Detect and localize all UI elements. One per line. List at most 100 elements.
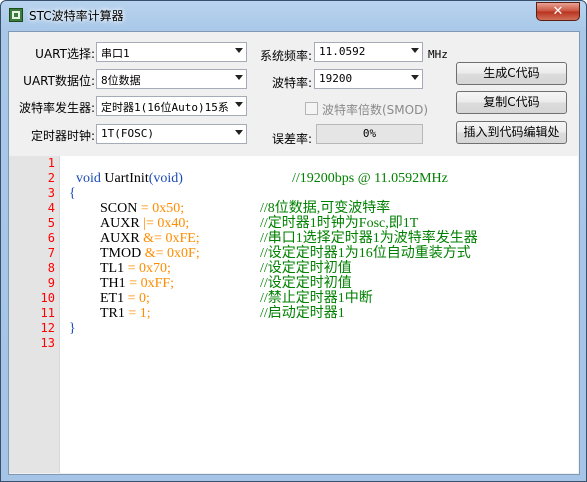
app-icon (9, 8, 23, 22)
operator: = (127, 291, 136, 306)
uart-bits-label: UART数据位: (23, 74, 95, 88)
code-comment: //设定定时初值 (260, 276, 352, 291)
code-comment: //设定定时初值 (260, 261, 352, 276)
uart-select-value: 串口1 (101, 47, 130, 60)
value: 0xFE; (165, 231, 200, 246)
error-rate-label: 误差率: (271, 132, 312, 146)
value: 0x0F; (167, 246, 200, 261)
code-line: TH1 = 0xFF; (100, 276, 174, 291)
operator: |= (143, 216, 154, 231)
line-number: 7 (47, 246, 55, 260)
line-number: 11 (40, 306, 55, 320)
register: TMOD (100, 246, 142, 261)
baud-generator-value: 定时器1(16位Auto)15系 (101, 101, 229, 114)
register: SCON (100, 201, 138, 216)
smod-checkbox[interactable] (305, 102, 318, 115)
operator: = (129, 276, 138, 291)
line-number: 2 (47, 171, 55, 185)
code-line: ET1 = 0; (100, 291, 150, 306)
value: 0; (139, 291, 150, 306)
operator: = (128, 306, 137, 321)
line-number: 5 (47, 216, 55, 230)
timer-clock-label: 定时器时钟: (30, 129, 95, 143)
sys-freq-dropdown[interactable]: 11.0592 (314, 42, 423, 62)
line-number: 13 (40, 336, 55, 350)
code-line: SCON = 0x50; (100, 201, 184, 216)
chevron-down-icon (235, 75, 243, 80)
value: 0x70; (139, 261, 171, 276)
close-button[interactable]: ✕ (536, 2, 580, 21)
sys-freq-value: 11.0592 (319, 45, 366, 58)
operator: &= (143, 231, 162, 246)
gutter-divider (59, 156, 60, 473)
timer-clock-value: 1T(FOSC) (101, 127, 154, 140)
baud-generator-label: 波特率发生器: (18, 101, 95, 115)
register: AUXR (100, 231, 140, 246)
keyword: void (153, 171, 179, 186)
line-number: 10 (40, 291, 55, 305)
code-line: TR1 = 1; (100, 306, 151, 321)
code-editor[interactable]: 1 2 3 4 5 6 7 8 9 10 11 12 13 void UartI… (9, 156, 578, 473)
timer-clock-dropdown[interactable]: 1T(FOSC) (96, 124, 247, 144)
register: TL1 (100, 261, 125, 276)
value: 0xFF; (140, 276, 175, 291)
chevron-down-icon (411, 75, 419, 80)
uart-bits-dropdown[interactable]: 8位数据 (96, 69, 247, 89)
code-comment: //禁止定时器1中断 (260, 291, 373, 306)
line-number: 1 (47, 156, 55, 170)
line-number: 8 (47, 261, 55, 275)
window-title: STC波特率计算器 (29, 9, 124, 23)
uart-select-label: UART选择: (35, 47, 95, 61)
code-comment: //设定定时器1为16位自动重装方式 (260, 246, 471, 261)
insert-code-button[interactable]: 插入到代码编辑处 (456, 121, 567, 144)
line-number: 4 (47, 201, 55, 215)
paren: ) (178, 171, 183, 186)
operator: = (140, 201, 149, 216)
register: ET1 (100, 291, 125, 306)
code-comment: //8位数据,可变波特率 (260, 201, 391, 216)
register: TR1 (100, 306, 125, 321)
sys-freq-unit: MHz (428, 48, 448, 61)
function-name: UartInit (104, 171, 149, 186)
code-comment: //19200bps @ 11.0592MHz (292, 171, 448, 186)
baud-rate-value: 19200 (319, 72, 353, 85)
baud-rate-label: 波特率: (271, 76, 312, 90)
code-comment: //启动定时器1 (260, 306, 345, 321)
line-number: 6 (47, 231, 55, 245)
code-comment: //串口1选择定时器1为波特率发生器 (260, 231, 478, 246)
code-line: TL1 = 0x70; (100, 261, 171, 276)
code-line: void UartInit(void) (76, 171, 183, 186)
line-number-gutter: 1 2 3 4 5 6 7 8 9 10 11 12 13 (9, 156, 59, 473)
keyword: void (76, 171, 101, 186)
chevron-down-icon (235, 102, 243, 107)
error-rate-value: 0% (316, 124, 423, 144)
code-line: TMOD &= 0x0F; (100, 246, 200, 261)
value: 1; (139, 306, 151, 321)
code-comment: //定时器1时钟为Fosc,即1T (260, 216, 419, 231)
line-number: 12 (40, 321, 55, 335)
copy-code-button[interactable]: 复制C代码 (456, 91, 567, 114)
uart-bits-value: 8位数据 (101, 74, 141, 87)
operator: = (127, 261, 136, 276)
title-bar[interactable]: STC波特率计算器 ✕ (1, 1, 586, 29)
code-line: AUXR |= 0x40; (100, 216, 189, 231)
sys-freq-label: 系统频率: (259, 49, 312, 63)
code-line: AUXR &= 0xFE; (100, 231, 200, 246)
value: 0x40; (157, 216, 190, 231)
code-brace: { (69, 186, 76, 201)
operator: &= (144, 246, 164, 261)
chevron-down-icon (235, 48, 243, 53)
line-number: 3 (47, 186, 55, 200)
uart-select-dropdown[interactable]: 串口1 (96, 42, 247, 62)
register: AUXR (100, 216, 140, 231)
baud-rate-dropdown[interactable]: 19200 (314, 69, 423, 89)
chevron-down-icon (411, 48, 419, 53)
baud-generator-dropdown[interactable]: 定时器1(16位Auto)15系 (96, 96, 247, 116)
smod-label: 波特率倍数(SMOD) (322, 103, 429, 117)
register: TH1 (100, 276, 126, 291)
generate-code-button[interactable]: 生成C代码 (456, 62, 567, 85)
chevron-down-icon (235, 130, 243, 135)
line-number: 9 (47, 276, 55, 290)
code-brace: } (69, 321, 76, 336)
value: 0x50; (152, 201, 185, 216)
